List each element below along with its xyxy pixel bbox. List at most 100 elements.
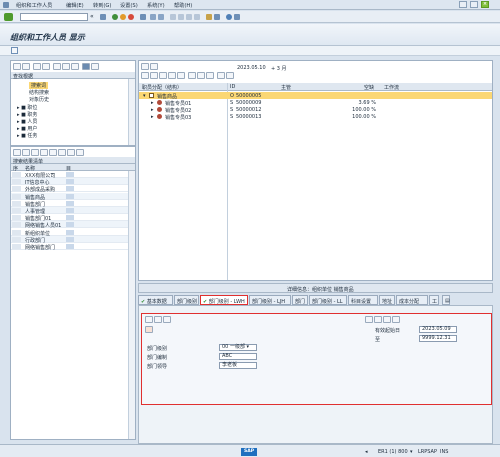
dept-level-select[interactable]: 00 一级部 ▾ [219,344,257,351]
tab-more-icon[interactable]: ▤ [442,295,450,305]
sort-icon[interactable] [71,63,79,70]
row-selector[interactable] [12,236,21,242]
print-icon[interactable] [140,14,146,20]
structure-row[interactable]: ▸ 销售专员03 S 50000013 100.00 % [139,113,492,121]
status-dropdown-icon[interactable]: ▾ [410,449,413,455]
result-print-icon[interactable] [58,149,66,156]
layout-icon[interactable] [234,14,240,20]
date-next-icon[interactable] [226,72,234,79]
tab-9[interactable]: 工 [429,295,439,305]
struct-sort-icon[interactable] [177,72,185,79]
row-selector[interactable] [12,244,21,249]
new-session-icon[interactable] [206,14,212,20]
record-last-icon[interactable] [392,316,400,323]
valid-from-field[interactable]: 2023.05.09 [419,326,457,333]
find-next-icon[interactable] [158,14,164,20]
tab-0[interactable]: ✔ 基本数据 [138,295,173,305]
tab-7[interactable]: 地址 [379,295,395,305]
record-first-icon[interactable] [365,316,373,323]
prev-page-icon[interactable] [178,14,184,20]
result-sort-icon[interactable] [31,149,39,156]
menu-item-goto[interactable]: 转到(G) [93,2,111,9]
cancel-icon[interactable] [128,14,134,20]
refresh-icon[interactable] [33,63,41,70]
tree-item-position[interactable]: ▸ ■ 职位 [17,104,37,111]
row-selector[interactable] [12,222,21,228]
result-scrollbar[interactable] [128,171,135,439]
tree-item-user[interactable]: ▸ ■ 用户 [17,125,37,132]
tree-item-person[interactable]: ▸ ■ 人员 [17,118,37,125]
nav-back-icon[interactable] [13,63,21,70]
shortcut-icon[interactable] [214,14,220,20]
menu-item-edit[interactable]: 编辑(E) [66,2,84,9]
list-item[interactable]: XXX有限公司 [11,171,128,179]
list-item[interactable]: 外部成品采购 [11,185,128,193]
record-prev-icon[interactable] [374,316,382,323]
save-icon[interactable] [100,14,106,20]
detail-edit-icon[interactable] [154,316,162,323]
struct-export-icon[interactable] [197,72,205,79]
list-item[interactable]: 网络销售部门 [11,243,128,251]
tree-item-job[interactable]: ▸ ■ 职务 [17,111,37,118]
struct-settings-icon[interactable] [206,72,214,79]
list-item[interactable]: 行政部门 [11,235,128,244]
next-page-icon[interactable] [186,14,192,20]
row-selector[interactable] [12,215,21,221]
menu-item-settings[interactable]: 设置(S) [120,2,138,9]
tab-3[interactable]: 部门级别 - LJH [249,295,291,305]
expand-icon[interactable] [42,63,50,70]
struct-print-icon[interactable] [188,72,196,79]
detail-copy-icon[interactable] [163,316,171,323]
find-icon[interactable] [150,14,156,20]
help-icon[interactable] [226,14,232,20]
row-selector[interactable] [12,186,21,192]
list-item[interactable]: 销售部门01 [11,214,128,222]
tab-5[interactable]: 部门级别 - LL [309,295,347,305]
row-selector[interactable] [12,172,21,177]
menu-item-help[interactable]: 帮助(H) [174,2,192,9]
status-collapse-icon[interactable]: ◂ [365,449,368,455]
detail-display-icon[interactable] [145,316,153,323]
back-icon[interactable]: « [90,13,94,20]
last-page-icon[interactable] [194,14,200,20]
tree-scrollbar[interactable] [128,79,135,145]
system-info[interactable]: ER1 (1) 800 [378,449,408,455]
maximize-button[interactable] [470,1,478,8]
tab-8[interactable]: 成本分配 [396,295,428,305]
list-item[interactable]: 网络销售人员01 [11,221,128,229]
collapse-icon[interactable] [53,63,61,70]
tab-6[interactable]: 科目设置 [348,295,378,305]
struct-find-icon[interactable] [159,72,167,79]
row-selector[interactable] [12,200,21,206]
minimize-button[interactable] [459,1,467,8]
filter-icon[interactable] [62,63,70,70]
tree-item-structure-search[interactable]: 结构搜索 [29,89,49,96]
sap-menu-icon[interactable] [3,2,9,8]
tab-2[interactable]: ✔ 部门级别 - LWH [200,295,248,305]
expand-arrow-icon[interactable]: ▸ [151,114,154,120]
list-item[interactable]: 人事管理 [11,207,128,215]
command-field[interactable] [20,13,88,21]
result-find-icon[interactable] [22,149,30,156]
menu-item-org[interactable]: 组织和工作人员 [16,2,52,9]
valid-to-field[interactable]: 9999.12.31 [419,335,457,342]
first-page-icon[interactable] [170,14,176,20]
list-item[interactable]: 销售商品 [11,192,128,201]
tree-item-search-term[interactable]: 搜索词 [29,82,49,89]
row-selector[interactable] [12,179,21,185]
struct-back-icon[interactable] [141,63,149,70]
detail-delete-icon[interactable] [145,326,153,333]
struct-forward-icon[interactable] [150,63,158,70]
print-list-icon[interactable] [91,63,99,70]
back-nav-icon[interactable] [112,14,118,20]
list-item[interactable]: 销售部门 [11,200,128,208]
row-selector[interactable] [12,193,21,199]
date-prev-icon[interactable] [217,72,225,79]
record-next-icon[interactable] [383,316,391,323]
list-item[interactable]: 新组织单位 [11,229,128,237]
struct-collapse-icon[interactable] [150,72,158,79]
nav-forward-icon[interactable] [22,63,30,70]
structure-row[interactable]: ▸ 销售专员01 S 50000009 3.69 % [139,99,492,107]
result-layout-icon[interactable] [76,149,84,156]
close-button[interactable]: × [481,1,489,8]
